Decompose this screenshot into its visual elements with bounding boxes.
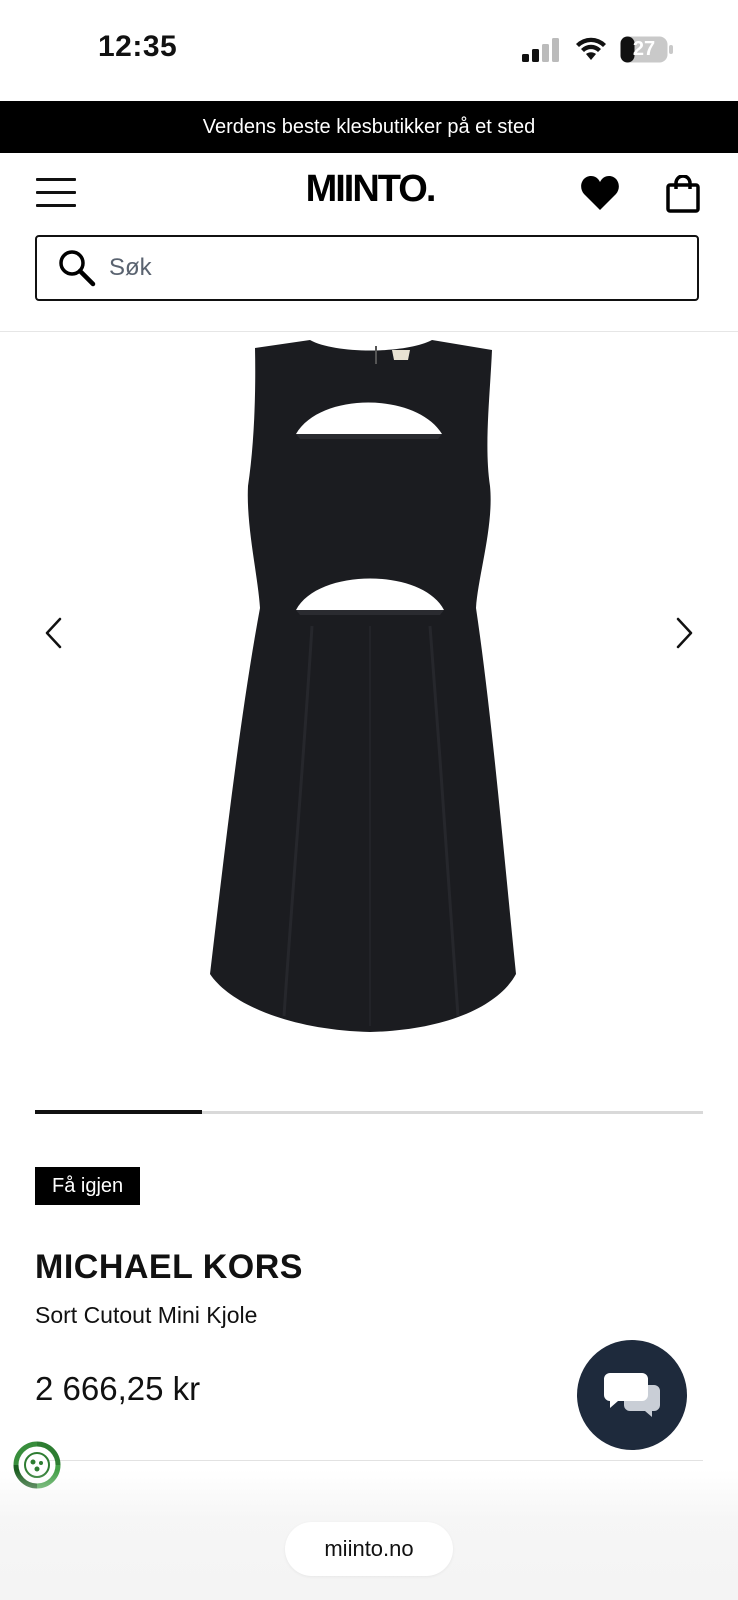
header-divider <box>0 331 738 332</box>
cellular-signal-icon <box>522 38 559 62</box>
search-icon <box>59 250 96 287</box>
battery-icon: 27 <box>620 36 674 63</box>
menu-button[interactable] <box>36 178 76 212</box>
carousel-progress-fill <box>35 1110 202 1114</box>
status-time: 12:35 <box>98 30 178 63</box>
miinto-logo[interactable]: MIINTO. <box>300 168 440 211</box>
wifi-icon <box>576 37 606 60</box>
chevron-right-icon[interactable] <box>672 616 696 650</box>
product-image-black-dress[interactable] <box>200 336 540 1036</box>
promo-banner: Verdens beste klesbutikker på et sted <box>0 101 738 153</box>
section-divider <box>35 1460 703 1461</box>
chat-button[interactable] <box>577 1340 687 1450</box>
chat-icon <box>604 1373 660 1417</box>
bag-icon[interactable] <box>666 175 700 213</box>
search-input[interactable] <box>107 253 651 283</box>
search-bar[interactable] <box>35 235 699 301</box>
menu-icon <box>36 178 76 181</box>
battery-level: 27 <box>632 38 656 60</box>
cashback-badge: Få igjen <box>35 1167 141 1205</box>
chevron-left-icon[interactable] <box>42 616 66 650</box>
heart-icon[interactable] <box>580 175 620 211</box>
browser-url-pill[interactable]: miinto.no <box>285 1522 453 1576</box>
product-brand[interactable]: MICHAEL KORS <box>35 1248 303 1287</box>
product-name: Sort Cutout Mini Kjole <box>35 1302 258 1328</box>
product-price: 2 666,25 kr <box>35 1370 201 1407</box>
